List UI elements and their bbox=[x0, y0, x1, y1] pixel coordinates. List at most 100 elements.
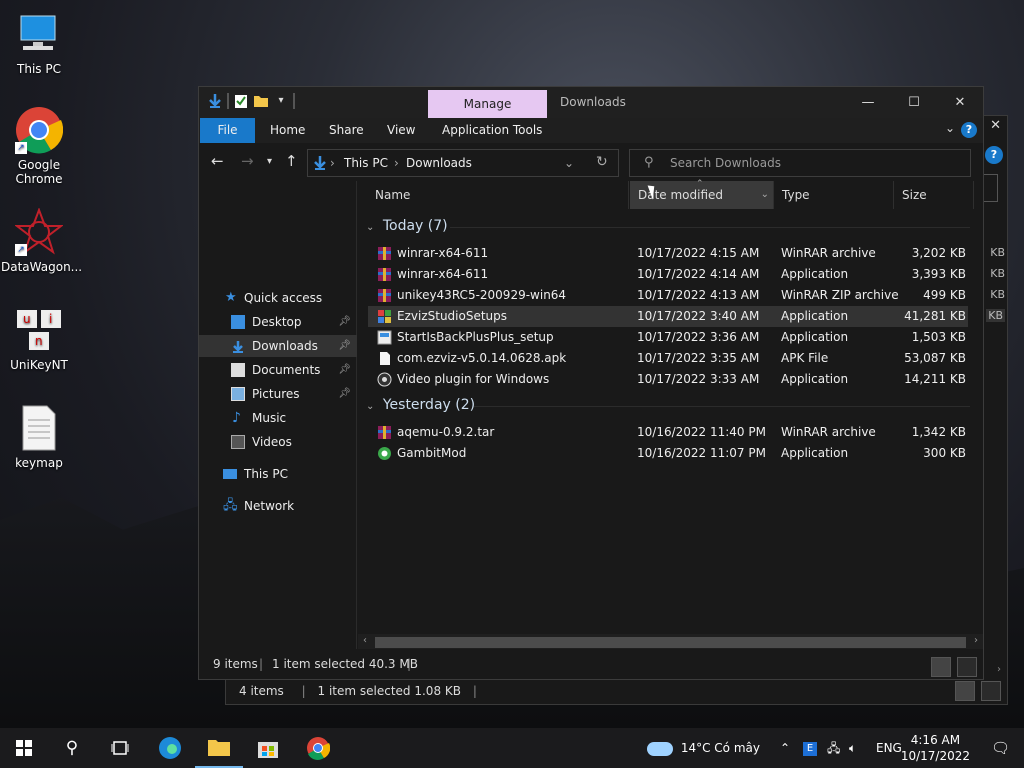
collapse-group-icon[interactable]: ⌄ bbox=[366, 222, 374, 233]
expand-ribbon-icon[interactable]: ⌄ bbox=[945, 121, 955, 135]
nav-item-music[interactable]: ♪ Music bbox=[199, 407, 357, 429]
start-button[interactable] bbox=[0, 728, 48, 768]
task-view-icon[interactable] bbox=[96, 728, 144, 768]
collapse-group-icon[interactable]: ⌄ bbox=[366, 401, 374, 412]
table-row[interactable]: winrar-x64-611 10/17/2022 4:15 AM WinRAR… bbox=[368, 243, 968, 264]
file-date: 10/17/2022 4:14 AM bbox=[637, 267, 760, 281]
back-arrow-icon[interactable]: ← bbox=[211, 152, 224, 170]
nav-item-pictures[interactable]: Pictures 📌︎ bbox=[199, 383, 357, 405]
table-row[interactable]: GambitMod 10/16/2022 11:07 PM Applicatio… bbox=[368, 443, 968, 464]
desktop-icon-this-pc[interactable]: This PC bbox=[1, 10, 77, 76]
up-arrow-icon[interactable]: ↑ bbox=[285, 152, 298, 170]
back-help-icon[interactable]: ? bbox=[985, 146, 1003, 164]
tab-share[interactable]: Share bbox=[329, 118, 364, 143]
minimize-icon[interactable]: — bbox=[845, 87, 891, 118]
tab-application-tools[interactable]: Application Tools bbox=[442, 118, 542, 143]
explorer-window[interactable]: ▾ Manage Downloads — ☐ ✕ File Home Share… bbox=[198, 86, 984, 680]
table-row[interactable]: aqemu-0.9.2.tar 10/16/2022 11:40 PM WinR… bbox=[368, 422, 968, 443]
column-dropdown-icon[interactable]: ⌄ bbox=[761, 181, 769, 209]
desktop-icon-unikeynt[interactable]: u in UniKeyNT bbox=[1, 306, 77, 372]
breadcrumb-this-pc[interactable]: This PC bbox=[344, 156, 388, 170]
address-dropdown-icon[interactable]: ⌄ bbox=[564, 156, 574, 170]
details-view-icon[interactable] bbox=[931, 657, 951, 677]
file-type: WinRAR ZIP archive bbox=[781, 288, 899, 302]
group-header-yesterday[interactable]: ⌄ Yesterday (2) bbox=[366, 397, 970, 413]
close-icon[interactable]: ✕ bbox=[937, 87, 983, 118]
show-hidden-icons-icon[interactable]: ⌃ bbox=[780, 728, 790, 768]
cloud-icon bbox=[647, 741, 673, 756]
title-bar[interactable]: ▾ Manage Downloads — ☐ ✕ bbox=[199, 87, 983, 118]
notifications-icon[interactable]: 🗨︎ bbox=[991, 728, 1010, 768]
customize-toolbar-icon[interactable]: ▾ bbox=[273, 93, 289, 109]
nav-item-quick-access[interactable]: ★ Quick access bbox=[199, 287, 357, 309]
clock-time: 4:16 AM bbox=[910, 733, 961, 747]
maximize-icon[interactable]: ☐ bbox=[891, 87, 937, 118]
scrollbar-thumb[interactable] bbox=[375, 637, 966, 648]
table-row[interactable]: winrar-x64-611 10/17/2022 4:14 AM Applic… bbox=[368, 264, 968, 285]
pin-icon[interactable]: 📌︎ bbox=[338, 383, 351, 405]
desktop-icon-datawagon[interactable]: ↗ DataWagon... bbox=[1, 207, 82, 274]
tab-view[interactable]: View bbox=[387, 118, 415, 143]
gambit-icon bbox=[377, 446, 392, 461]
clock[interactable]: 4:16 AM 10/17/2022 bbox=[901, 732, 970, 764]
search-box[interactable]: ⚲ Search Downloads bbox=[629, 149, 971, 177]
breadcrumb-separator-icon: › bbox=[330, 156, 335, 170]
back-scroll-right-icon[interactable]: › bbox=[997, 664, 1001, 675]
scroll-right-icon[interactable]: › bbox=[974, 635, 978, 646]
file-explorer-icon[interactable] bbox=[195, 728, 243, 768]
nav-item-network[interactable]: 🖧︎ Network bbox=[199, 495, 357, 517]
network-tray-icon[interactable]: 🖧︎ bbox=[827, 728, 840, 768]
manage-tab[interactable]: Manage bbox=[428, 90, 547, 118]
pin-icon[interactable]: 📌︎ bbox=[338, 335, 351, 357]
chrome-icon[interactable] bbox=[294, 728, 342, 768]
table-row[interactable]: Video plugin for Windows 10/17/2022 3:33… bbox=[368, 369, 968, 390]
table-row[interactable]: com.ezviz-v5.0.14.0628.apk 10/17/2022 3:… bbox=[368, 348, 968, 369]
tab-home[interactable]: Home bbox=[270, 118, 305, 143]
file-name: EzvizStudioSetups bbox=[397, 309, 508, 323]
pin-icon[interactable]: 📌︎ bbox=[338, 359, 351, 381]
table-row[interactable]: StartIsBackPlusPlus_setup 10/17/2022 3:3… bbox=[368, 327, 968, 348]
down-arrow-icon[interactable] bbox=[207, 93, 223, 109]
nav-item-videos[interactable]: Videos bbox=[199, 431, 357, 453]
properties-icon[interactable] bbox=[233, 93, 249, 109]
column-header-name[interactable]: Name bbox=[367, 181, 629, 209]
status-separator: | bbox=[301, 684, 306, 698]
large-icons-view-icon[interactable] bbox=[957, 657, 977, 677]
breadcrumb-downloads[interactable]: Downloads bbox=[406, 156, 472, 170]
file-name: aqemu-0.9.2.tar bbox=[397, 425, 495, 439]
address-bar[interactable]: › This PC › Downloads ⌄ ↻ bbox=[307, 149, 619, 177]
column-header-size[interactable]: Size bbox=[894, 181, 974, 209]
refresh-icon[interactable]: ↻ bbox=[596, 154, 608, 170]
language-indicator[interactable]: ENG bbox=[876, 728, 902, 768]
store-icon[interactable] bbox=[244, 728, 292, 768]
recent-locations-icon[interactable]: ▾ bbox=[267, 156, 272, 167]
desktop-icon-google-chrome[interactable]: ↗ Google Chrome bbox=[1, 106, 77, 186]
table-row-selected[interactable]: EzvizStudioSetups 10/17/2022 3:40 AM App… bbox=[368, 306, 968, 327]
nav-item-downloads[interactable]: Downloads 📌︎ bbox=[199, 335, 357, 357]
group-divider bbox=[474, 406, 970, 407]
nav-item-desktop[interactable]: Desktop 📌︎ bbox=[199, 311, 357, 333]
forward-arrow-icon[interactable]: → bbox=[241, 152, 254, 170]
column-header-type[interactable]: Type bbox=[774, 181, 894, 209]
unikey-tray-icon[interactable]: E bbox=[803, 728, 817, 768]
desktop-icon-keymap[interactable]: keymap bbox=[1, 404, 77, 470]
scroll-left-icon[interactable]: ‹ bbox=[363, 635, 367, 646]
group-header-today[interactable]: ⌄ Today (7) bbox=[366, 218, 970, 234]
table-row[interactable]: unikey43RC5-200929-win64 10/17/2022 4:13… bbox=[368, 285, 968, 306]
search-icon[interactable]: ⚲ bbox=[48, 728, 96, 768]
nav-item-this-pc[interactable]: This PC bbox=[199, 463, 357, 485]
file-name: winrar-x64-611 bbox=[397, 267, 489, 281]
help-icon[interactable]: ? bbox=[961, 122, 977, 138]
file-date: 10/17/2022 4:15 AM bbox=[637, 246, 760, 260]
tab-file[interactable]: File bbox=[200, 118, 255, 143]
weather-widget[interactable]: 14°C Có mây bbox=[647, 728, 760, 768]
volume-icon[interactable]: 🔈︎ bbox=[849, 728, 856, 768]
status-separator: | bbox=[407, 657, 412, 671]
pin-icon[interactable]: 📌︎ bbox=[338, 311, 351, 333]
large-icons-view-icon[interactable] bbox=[981, 681, 1001, 701]
new-folder-icon[interactable] bbox=[253, 93, 269, 109]
details-view-icon[interactable] bbox=[955, 681, 975, 701]
back-close-icon[interactable]: ✕ bbox=[990, 118, 1001, 133]
nav-item-documents[interactable]: Documents 📌︎ bbox=[199, 359, 357, 381]
edge-icon[interactable] bbox=[146, 728, 194, 768]
